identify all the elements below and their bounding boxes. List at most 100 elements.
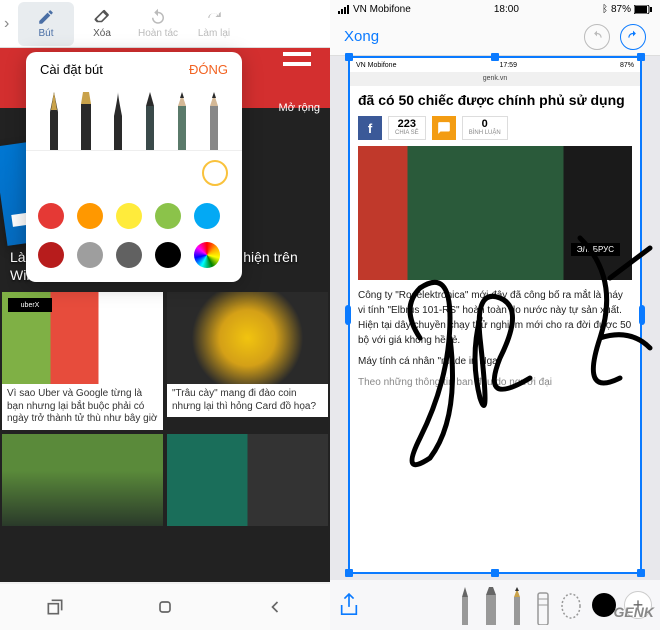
mini-battery: 87% xyxy=(620,62,634,69)
markup-toolbar: + xyxy=(330,580,660,630)
pen-tip-fountain[interactable] xyxy=(43,92,65,150)
mini-time: 17:59 xyxy=(499,62,517,69)
news-title: "Trâu cày" mang đi đào coin nhưng lại th… xyxy=(167,384,328,417)
color-swatch[interactable] xyxy=(116,203,142,229)
news-grid: uberX Vì sao Uber và Google từng là bạn … xyxy=(0,290,330,528)
color-palette xyxy=(26,195,242,282)
social-bar: f 223 CHIA SẺ 0 BÌNH LUẬN xyxy=(350,114,640,142)
android-nav-bar xyxy=(0,584,330,630)
pen-tool[interactable]: Bút xyxy=(18,2,74,46)
color-swatch[interactable] xyxy=(155,203,181,229)
markup-header: Xong xyxy=(330,18,660,56)
battery-pct: 87% xyxy=(611,4,631,15)
undo-label: Hoàn tác xyxy=(138,28,178,39)
crop-handle[interactable] xyxy=(637,569,645,577)
share-count: 223 CHIA SẺ xyxy=(388,116,426,140)
color-swatch[interactable] xyxy=(116,242,142,268)
article-paragraph: Máy tính cá nhân "made in Nga" xyxy=(358,354,632,369)
crop-handle[interactable] xyxy=(639,305,645,325)
article-photo: ЭЛЬБРУС xyxy=(358,146,632,280)
pen-tip-pencil-green[interactable] xyxy=(171,92,193,150)
facebook-icon[interactable]: f xyxy=(358,116,382,140)
home-button[interactable] xyxy=(155,597,175,617)
news-thumb xyxy=(167,292,328,384)
uber-badge: uberX xyxy=(8,298,52,312)
news-thumb xyxy=(167,434,328,526)
undo-icon xyxy=(149,8,167,26)
crop-handle[interactable] xyxy=(637,53,645,61)
done-button[interactable]: Xong xyxy=(344,28,379,45)
signal-icon xyxy=(338,5,349,14)
watermark: GENK xyxy=(614,604,654,620)
article-paragraph: Công ty "Roselektronica" mới đây đã công… xyxy=(358,288,632,348)
battery-icon xyxy=(634,5,652,14)
pencil-icon xyxy=(37,8,55,26)
crop-handle[interactable] xyxy=(491,53,499,61)
color-swatch[interactable] xyxy=(77,242,103,268)
phone-left: › Bút Xóa Hoàn tác Làm lại Mở rộng Làn .… xyxy=(0,0,330,630)
color-picker-button[interactable] xyxy=(592,593,616,617)
news-item[interactable]: uberX Vì sao Uber và Google từng là bạn … xyxy=(0,290,165,432)
back-button[interactable] xyxy=(265,597,285,617)
erase-tool[interactable]: Xóa xyxy=(74,2,130,46)
pen-label: Bút xyxy=(38,28,53,39)
article-title: đã có 50 chiếc được chính phủ sử dụng xyxy=(350,86,640,114)
pen-tip-brush[interactable] xyxy=(107,92,129,150)
edit-toolbar: › Bút Xóa Hoàn tác Làm lại xyxy=(0,0,330,48)
expand-label: Mở rộng xyxy=(279,102,320,114)
crop-handle[interactable] xyxy=(345,569,353,577)
article-paragraph: Theo những thông tin ban đầu do người đạ… xyxy=(358,375,632,390)
undo-tool[interactable]: Hoàn tác xyxy=(130,2,186,46)
redo-label: Làm lại xyxy=(198,28,230,39)
color-swatch[interactable] xyxy=(194,203,220,229)
chevron-right-icon[interactable]: › xyxy=(4,15,18,33)
color-swatch[interactable] xyxy=(38,242,64,268)
marker-tool[interactable] xyxy=(480,587,502,625)
share-button[interactable] xyxy=(338,592,360,618)
pen-settings-popup: Cài đặt bút ĐÓNG xyxy=(26,52,242,282)
eraser-icon xyxy=(93,8,111,26)
news-thumb: uberX xyxy=(2,292,163,384)
undo-button[interactable] xyxy=(584,24,610,50)
crop-handle[interactable] xyxy=(345,305,351,325)
redo-icon xyxy=(205,8,223,26)
crop-handle[interactable] xyxy=(491,569,499,577)
status-time: 18:00 xyxy=(494,4,519,15)
pen-thin-tool[interactable] xyxy=(454,587,476,625)
news-item[interactable] xyxy=(165,432,330,528)
popup-title: Cài đặt bút xyxy=(40,62,103,77)
article-body: Công ty "Roselektronica" mới đây đã công… xyxy=(350,284,640,400)
mini-url-bar: genk.vn xyxy=(350,72,640,86)
color-swatch[interactable] xyxy=(155,242,181,268)
pen-size-row xyxy=(26,151,242,195)
hamburger-icon[interactable] xyxy=(283,42,311,66)
pen-tip-calligraphy[interactable] xyxy=(75,92,97,150)
color-swatch[interactable] xyxy=(77,203,103,229)
bluetooth-icon: ᛒ xyxy=(602,4,608,15)
color-swatch-rainbow[interactable] xyxy=(194,242,220,268)
recents-button[interactable] xyxy=(45,597,65,617)
photo-caption: ЭЛЬБРУС xyxy=(571,243,620,256)
phone-right: VN Mobifone 18:00 ᛒ 87% Xong VN Mobifone… xyxy=(330,0,660,630)
redo-button[interactable] xyxy=(620,24,646,50)
news-item[interactable]: "Trâu cày" mang đi đào coin nhưng lại th… xyxy=(165,290,330,432)
news-item[interactable] xyxy=(0,432,165,528)
ios-status-bar: VN Mobifone 18:00 ᛒ 87% xyxy=(330,0,660,18)
pen-tip-pencil-gray[interactable] xyxy=(203,92,225,150)
redo-tool[interactable]: Làm lại xyxy=(186,2,242,46)
crop-handle[interactable] xyxy=(345,53,353,61)
carrier-label: VN Mobifone xyxy=(353,4,411,15)
pen-tip-pencil-dark[interactable] xyxy=(139,92,161,150)
screenshot-canvas[interactable]: VN Mobifone 17:59 87% genk.vn đã có 50 c… xyxy=(348,56,642,574)
comment-icon[interactable] xyxy=(432,116,456,140)
color-swatch[interactable] xyxy=(38,203,64,229)
lasso-tool[interactable] xyxy=(558,587,584,625)
eraser-tool[interactable] xyxy=(532,587,554,625)
pencil-tool[interactable] xyxy=(506,587,528,625)
erase-label: Xóa xyxy=(93,28,111,39)
mini-carrier: VN Mobifone xyxy=(356,62,396,69)
pen-tips-row xyxy=(26,87,242,151)
comment-count: 0 BÌNH LUẬN xyxy=(462,116,508,140)
popup-close-button[interactable]: ĐÓNG xyxy=(189,62,228,77)
pen-size-indicator[interactable] xyxy=(202,160,228,186)
